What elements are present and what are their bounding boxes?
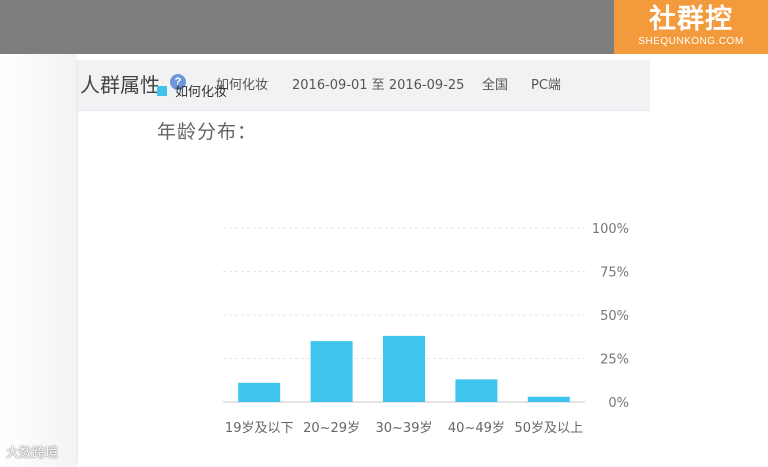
bar: [455, 379, 498, 402]
site-logo[interactable]: 社群控 SHEQUNKONG.COM: [614, 0, 768, 54]
y-tick-label: 100%: [592, 222, 629, 237]
bar: [383, 335, 425, 402]
bar: [527, 396, 570, 402]
x-tick-label: 50岁及以上: [515, 421, 584, 436]
logo-text-en: SHEQUNKONG.COM: [638, 36, 744, 47]
bar: [310, 341, 353, 402]
left-margin: [0, 54, 77, 467]
y-tick-label: 0%: [608, 396, 629, 411]
watermark-text: 大数跨境: [6, 446, 59, 461]
y-tick-label: 50%: [600, 309, 629, 324]
bar: [238, 382, 281, 402]
logo-text-cn: 社群控: [649, 4, 733, 35]
y-tick-label: 75%: [600, 266, 629, 281]
x-tick-label: 30~39岁: [376, 421, 433, 436]
age-distribution-chart: 0% 25% 50% 75% 100% 19岁及以下 20~29岁 30~39岁 40~49岁 5…: [223, 222, 629, 436]
y-tick-label: 25%: [600, 353, 629, 368]
x-tick-label: 40~49岁: [448, 421, 505, 436]
x-tick-label: 19岁及以下: [225, 421, 294, 436]
watermark: 大数跨境: [6, 442, 58, 461]
x-tick-label: 20~29岁: [303, 421, 360, 436]
